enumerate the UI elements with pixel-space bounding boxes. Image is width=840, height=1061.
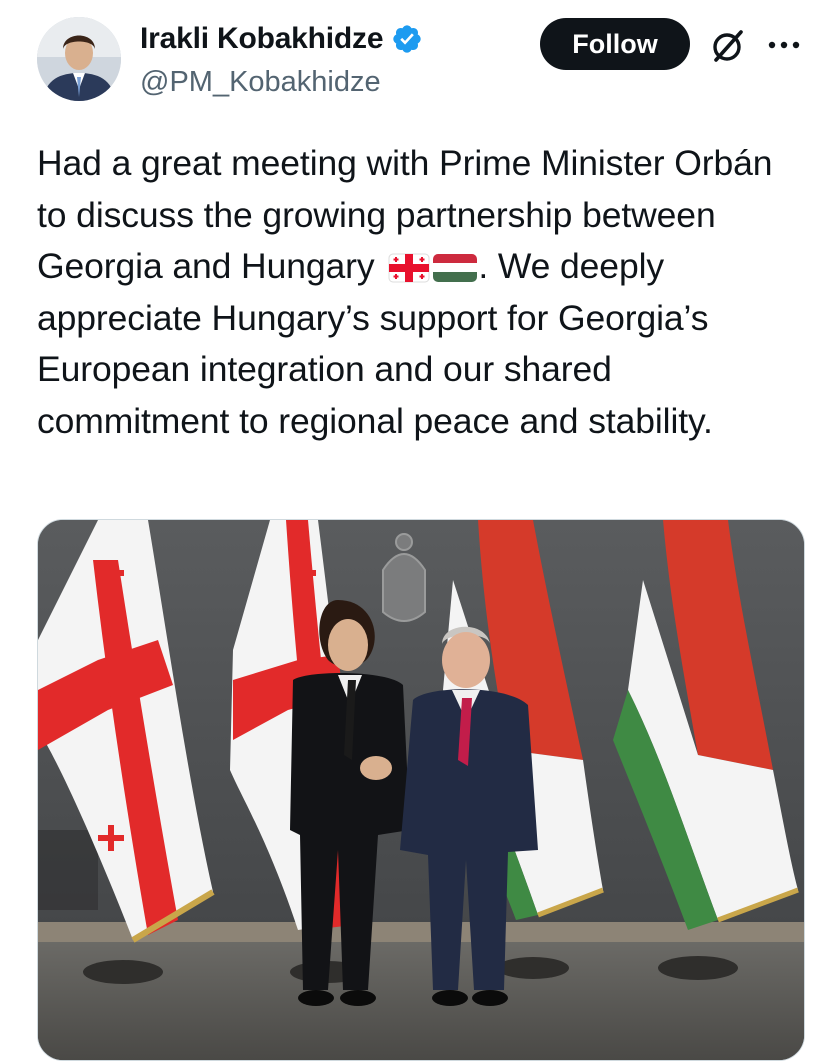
grok-icon[interactable] — [708, 26, 748, 66]
author-name-row: Irakli Kobakhidze — [140, 22, 423, 56]
avatar[interactable] — [37, 17, 121, 101]
author-handle[interactable]: @PM_Kobakhidze — [140, 66, 381, 99]
verified-badge-icon — [393, 25, 422, 53]
more-options-icon[interactable] — [764, 26, 804, 66]
tweet-header: Irakli Kobakhidze @PM_Kobakhidze Follow — [0, 0, 840, 110]
follow-button[interactable]: Follow — [540, 18, 690, 70]
tweet-photo[interactable] — [37, 519, 805, 1061]
tweet-text: Had a great meeting with Prime Minister … — [37, 138, 807, 447]
georgia-flag-icon — [388, 253, 430, 283]
hungary-flag-icon — [433, 254, 478, 282]
author-name[interactable]: Irakli Kobakhidze — [140, 22, 384, 56]
